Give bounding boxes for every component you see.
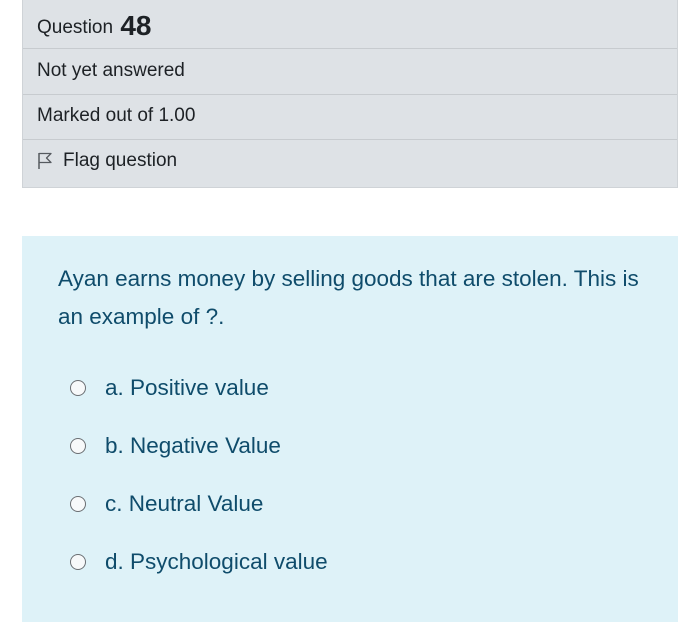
answer-option-c[interactable]: c. Neutral Value	[70, 491, 263, 517]
question-info-panel: Question 48 Not yet answered Marked out …	[22, 0, 678, 188]
question-grade: Marked out of 1.00	[37, 105, 196, 126]
answer-label-a: a. Positive value	[105, 375, 269, 400]
question-status: Not yet answered	[37, 60, 185, 81]
answer-label-d: d. Psychological value	[105, 549, 328, 574]
radio-button-c[interactable]	[70, 496, 86, 512]
radio-button-d[interactable]	[70, 554, 86, 570]
info-divider	[23, 94, 677, 95]
flag-icon	[37, 152, 53, 170]
info-divider	[23, 139, 677, 140]
answer-label-b: b. Negative Value	[105, 433, 281, 458]
radio-button-b[interactable]	[70, 438, 86, 454]
flag-question-link[interactable]: Flag question	[37, 150, 177, 172]
answer-option-d[interactable]: d. Psychological value	[70, 549, 328, 575]
question-label: Question	[37, 17, 114, 38]
question-content-panel: Ayan earns money by selling goods that a…	[22, 236, 678, 622]
quiz-page: Question 48 Not yet answered Marked out …	[0, 0, 700, 622]
question-heading: Question 48	[37, 10, 151, 42]
answer-option-b[interactable]: b. Negative Value	[70, 433, 281, 459]
info-divider	[23, 48, 677, 49]
question-number: 48	[120, 10, 152, 41]
answer-option-a[interactable]: a. Positive value	[70, 375, 269, 401]
radio-button-a[interactable]	[70, 380, 86, 396]
answer-label-c: c. Neutral Value	[105, 491, 264, 516]
flag-question-label: Flag question	[63, 150, 178, 171]
question-text: Ayan earns money by selling goods that a…	[58, 266, 639, 329]
